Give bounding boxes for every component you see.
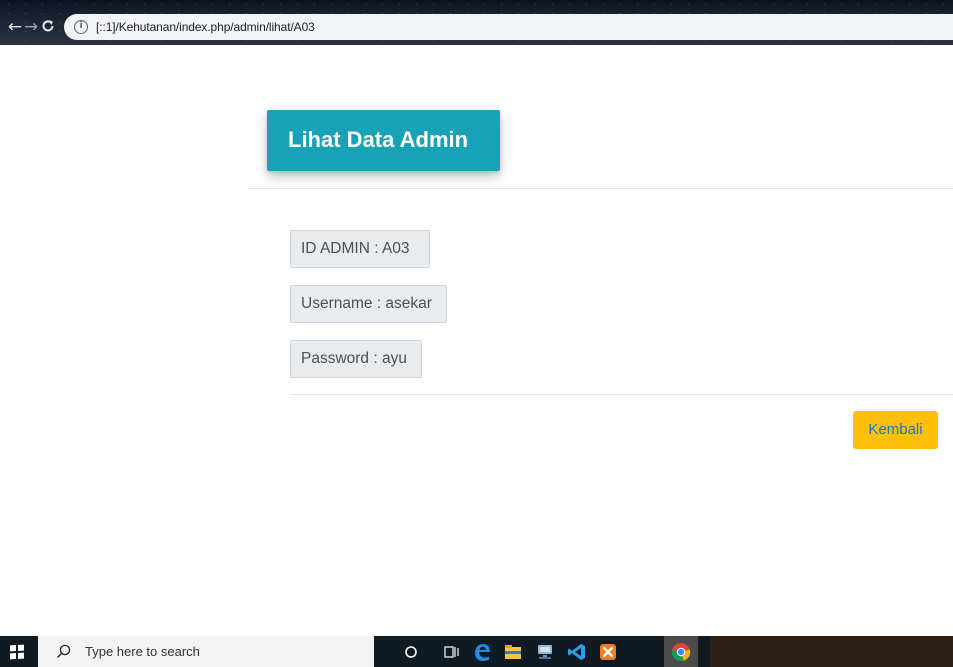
browser-toolbar: ← → i [::1]/Kehutanan/index.php/admin/li… [0, 0, 953, 45]
cortana-icon[interactable] [396, 636, 426, 667]
page-header-card: Lihat Data Admin [267, 110, 500, 171]
forward-button[interactable]: → [22, 17, 40, 37]
search-icon [57, 644, 71, 658]
edge-icon[interactable] [467, 636, 497, 667]
windows-start-icon[interactable] [10, 644, 24, 660]
header-divider [248, 188, 953, 189]
page-title: Lihat Data Admin [288, 127, 469, 152]
chrome-icon[interactable] [664, 636, 698, 667]
password-field: Password : ayu [290, 340, 422, 378]
taskbar-tray-area [710, 636, 953, 667]
search-placeholder: Type here to search [85, 644, 200, 659]
kembali-button[interactable]: Kembali [853, 411, 938, 449]
taskbar-search-box[interactable]: Type here to search [38, 636, 374, 667]
vscode-icon[interactable] [562, 636, 592, 667]
task-view-icon[interactable] [437, 636, 467, 667]
username-field: Username : asekar [290, 285, 447, 323]
xampp-icon[interactable] [593, 636, 623, 667]
reload-icon [42, 20, 54, 32]
address-bar[interactable]: i [::1]/Kehutanan/index.php/admin/lihat/… [64, 14, 953, 40]
reload-button[interactable] [39, 17, 57, 37]
network-app-icon[interactable] [530, 636, 560, 667]
url-text[interactable]: [::1]/Kehutanan/index.php/admin/lihat/A0… [96, 20, 315, 34]
info-icon[interactable]: i [74, 20, 88, 34]
content-divider [290, 394, 953, 395]
file-explorer-icon[interactable] [498, 636, 528, 667]
id-admin-field: ID ADMIN : A03 [290, 230, 430, 268]
